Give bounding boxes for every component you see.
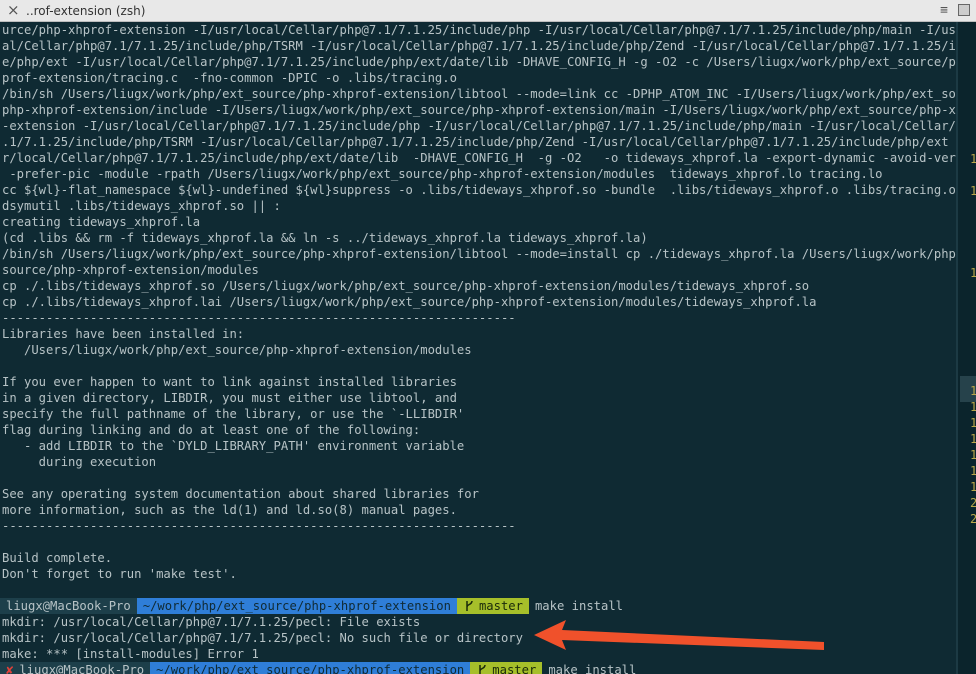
output-line: in a given directory, LIBDIR, you must e… — [2, 391, 457, 405]
terminal-output[interactable]: urce/php-xhprof-extension -I/usr/local/C… — [0, 22, 956, 674]
git-branch-name: master — [478, 599, 523, 613]
side-pane-number: 1 — [970, 416, 976, 430]
output-line: r/local/Cellar/php@7.1/7.1.25/include/ph… — [2, 151, 956, 165]
prompt-user-2: ✘ liugx@MacBook-Pro — [0, 662, 151, 674]
output-line: php-xhprof-extension/include -I/Users/li… — [2, 103, 956, 117]
prompt-user-name-2: liugx@MacBook-Pro — [19, 663, 145, 674]
side-pane-number: 1 — [970, 184, 976, 198]
output-line: source/php-xhprof-extension/modules — [2, 263, 259, 277]
output-line: If you ever happen to want to link again… — [2, 375, 457, 389]
output-line: /bin/sh /Users/liugx/work/php/ext_source… — [2, 247, 956, 261]
output-line: ----------------------------------------… — [2, 311, 516, 325]
side-pane-number: 1 — [970, 152, 976, 166]
tab-bar: × ..rof-extension (zsh) ≡ — [0, 0, 976, 22]
git-branch-icon — [479, 664, 487, 674]
output-line: creating tideways_xhprof.la — [2, 215, 201, 229]
output-line: flag during linking and do at least one … — [2, 423, 421, 437]
output-line: -extension -I/usr/local/Cellar/php@7.1/7… — [2, 119, 956, 133]
output-line: (cd .libs && rm -f tideways_xhprof.la &&… — [2, 231, 648, 245]
prompt-git: master — [456, 598, 529, 614]
output-line: cp ./.libs/tideways_xhprof.so /Users/liu… — [2, 279, 810, 293]
output-line: See any operating system documentation a… — [2, 487, 479, 501]
output-line: Build complete. — [2, 551, 113, 565]
side-pane-number: 2 — [970, 496, 976, 510]
output-line: ----------------------------------------… — [2, 519, 516, 533]
output-line: /bin/sh /Users/liugx/work/php/ext_source… — [2, 87, 956, 101]
tab-title[interactable]: ..rof-extension (zsh) — [26, 4, 145, 18]
side-pane-number: 1 — [970, 448, 976, 462]
output-line: Libraries have been installed in: — [2, 327, 245, 341]
prompt-command-2: make install — [548, 663, 637, 674]
menu-icon[interactable]: ≡ — [940, 3, 948, 18]
output-line: dsymutil .libs/tideways_xhprof.so || : — [2, 199, 281, 213]
output-line: during execution — [2, 455, 157, 469]
close-tab-icon[interactable]: × — [7, 1, 20, 19]
prompt-path-2: ~/work/php/ext_source/php-xhprof-extensi… — [150, 662, 471, 674]
side-pane-number: 1 — [970, 384, 976, 398]
output-line: urce/php-xhprof-extension -I/usr/local/C… — [2, 23, 956, 37]
output-line: specify the full pathname of the library… — [2, 407, 465, 421]
red-arrow-icon — [534, 620, 824, 650]
output-line: - add LIBDIR to the `DYLD_LIBRARY_PATH' … — [2, 439, 465, 453]
side-pane[interactable]: 1 1 1 1 1 1 1 1 1 1 2 2 — [956, 22, 976, 674]
side-pane-number: 2 — [970, 512, 976, 526]
side-pane-number: 1 — [970, 400, 976, 414]
output-line: -prefer-pic -module -rpath /Users/liugx/… — [2, 167, 883, 181]
git-branch-icon — [466, 600, 473, 611]
git-branch-name-2: master — [492, 663, 537, 674]
prompt-user: liugx@MacBook-Pro — [0, 598, 137, 614]
output-line: cp ./.libs/tideways_xhprof.lai /Users/li… — [2, 295, 817, 309]
error-status-icon: ✘ — [6, 663, 14, 674]
side-pane-number: 1 — [970, 266, 976, 280]
output-line: cc ${wl}-flat_namespace ${wl}-undefined … — [2, 183, 956, 197]
prompt-git-2: master — [470, 662, 543, 674]
side-pane-number: 1 — [970, 464, 976, 478]
output-line: Don't forget to run 'make test'. — [2, 567, 237, 581]
output-line: al/Cellar/php@7.1/7.1.25/include/php/TSR… — [2, 39, 956, 53]
side-pane-number: 1 — [970, 432, 976, 446]
side-pane-number: 1 — [970, 480, 976, 494]
prompt-path: ~/work/php/ext_source/php-xhprof-extensi… — [136, 598, 457, 614]
split-pane-icon[interactable] — [958, 4, 970, 16]
output-line: /Users/liugx/work/php/ext_source/php-xhp… — [2, 343, 472, 357]
output-line: more information, such as the ld(1) and … — [2, 503, 457, 517]
output-block: urce/php-xhprof-extension -I/usr/local/C… — [0, 22, 956, 598]
output-line: .1/7.1.25/include/php/TSRM -I/usr/local/… — [2, 135, 956, 149]
prompt-line-2: ✘ liugx@MacBook-Pro ~/work/php/ext_sourc… — [0, 662, 956, 674]
output-line: prof-extension/tracing.c -fno-common -DP… — [2, 71, 457, 85]
output-line: e/php/ext -I/usr/local/Cellar/php@7.1/7.… — [2, 55, 956, 69]
